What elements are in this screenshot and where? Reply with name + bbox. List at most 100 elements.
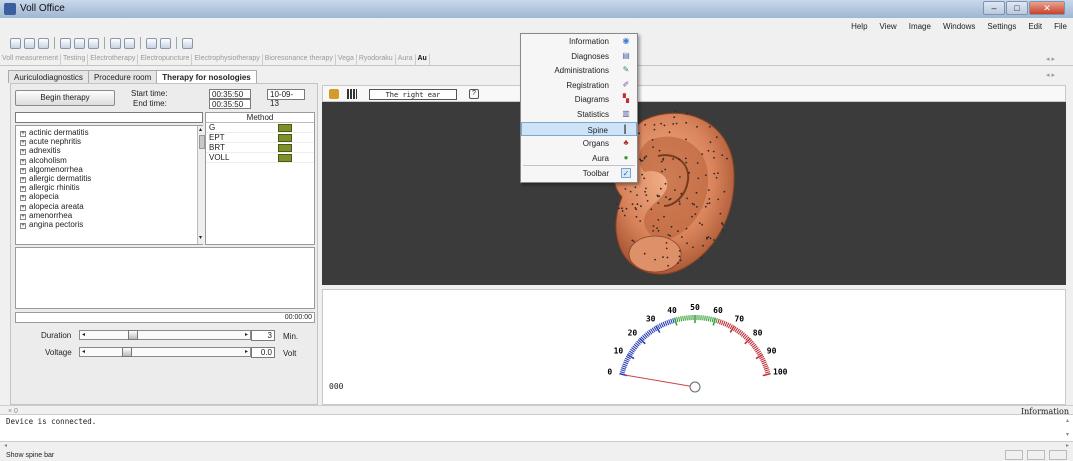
acupoint-dot[interactable] [621,210,624,212]
expand-icon[interactable]: + [20,158,26,165]
acupoint-dot[interactable] [659,187,662,190]
acupoint-dot[interactable] [643,177,646,180]
acupoint-dot[interactable] [723,190,726,193]
acupoint-dot[interactable] [635,208,638,211]
expand-icon[interactable]: + [20,186,26,193]
acupoint-dot[interactable] [713,156,715,159]
list-item[interactable]: + allergic dermatitis [16,174,202,183]
print-icon[interactable] [110,37,121,49]
tab-therapy-for-nosologies[interactable]: Therapy for nosologies [156,70,257,83]
acupoint-dot[interactable] [701,223,703,226]
list-item[interactable]: + angina pectoris [16,220,202,229]
acupoint-dot[interactable] [681,236,683,238]
acupoint-dot[interactable] [726,157,728,160]
acupoint-dot[interactable] [658,149,661,152]
acupoint-dot[interactable] [679,176,681,178]
acupoint-dot[interactable] [663,215,665,218]
acupoint-dot[interactable] [679,259,682,262]
expand-icon[interactable]: + [20,213,26,220]
open-icon[interactable] [24,37,35,49]
acupoint-dot[interactable] [657,202,660,204]
acupoint-dot[interactable] [657,195,659,198]
acupoint-dot[interactable] [670,225,673,228]
acupoint-dot[interactable] [644,190,646,193]
acupoint-dot[interactable] [672,158,674,160]
acupoint-dot[interactable] [694,213,697,216]
acupoint-dot[interactable] [680,192,683,195]
acupoint-dot[interactable] [717,172,719,174]
method-row[interactable]: G [206,123,314,133]
acupoint-dot[interactable] [721,222,724,224]
acupoint-dot[interactable] [644,124,646,126]
list-item[interactable]: + adnexitis [16,146,202,156]
acupoint-dot[interactable] [652,230,654,232]
menu-file[interactable]: File [1054,22,1067,31]
acupoint-dot[interactable] [662,157,665,160]
acupoint-dot[interactable] [639,158,641,161]
acupoint-dot[interactable] [685,138,687,141]
voltage-value[interactable]: 0.0 [251,347,275,358]
slider-left-icon[interactable]: ◂ [82,348,85,355]
acupoint-dot[interactable] [668,198,671,201]
acupoint-dot[interactable] [652,146,654,148]
list-item[interactable]: + acute nephritis [16,137,202,147]
tab-procedure-room[interactable]: Procedure room [87,70,158,83]
acupoint-dot[interactable] [678,158,681,161]
exit-icon[interactable] [182,37,193,49]
subtab-scroll-arrows[interactable]: ◂ ▸ [1046,71,1055,79]
tab-electropuncture[interactable]: Electropuncture [138,54,193,65]
tab-auriculo[interactable]: Au [416,54,430,65]
acupoint-dot[interactable] [643,157,646,160]
search-input[interactable] [15,112,203,123]
expand-icon[interactable]: + [20,167,26,174]
acupoint-dot[interactable] [698,222,701,224]
menu-settings[interactable]: Settings [987,22,1016,31]
menu-item-registration[interactable]: Registration ✐ [521,78,637,93]
acupoint-dot[interactable] [634,186,637,189]
acupoint-dot[interactable] [709,237,712,240]
tab-vega[interactable]: Vega [336,54,357,65]
acupoint-dot[interactable] [645,155,648,158]
acupoint-dot[interactable] [665,247,668,250]
acupoint-dot[interactable] [719,212,722,215]
minimize-button[interactable]: – [983,1,1005,15]
acupoint-dot[interactable] [631,203,634,206]
scroll-up-icon[interactable]: ▴ [199,126,202,133]
menu-item-aura[interactable]: Aura ● [521,151,637,166]
acupoint-dot[interactable] [654,258,656,261]
list-item[interactable]: + alcoholism [16,156,202,165]
acupoint-dot[interactable] [695,206,698,208]
tab-testing[interactable]: Testing [61,54,89,65]
help-icon[interactable]: ? [469,89,479,99]
acupoint-dot[interactable] [621,207,623,210]
acupoint-dot[interactable] [669,234,671,237]
copy-icon[interactable] [74,37,85,49]
menu-item-toolbar[interactable]: Toolbar ✓ [521,166,637,181]
tab-scroll-arrows[interactable]: ◂ ▸ [1046,55,1055,63]
acupoint-dot[interactable] [678,250,681,252]
acupoint-dot[interactable] [652,225,655,227]
settings-icon[interactable] [160,37,171,49]
acupoint-dot[interactable] [618,207,620,210]
acupoint-dot[interactable] [677,262,679,264]
expand-icon[interactable]: + [20,222,26,229]
tab-electrotherapy[interactable]: Electrotherapy [88,54,139,65]
acupoint-dot[interactable] [664,182,667,185]
acupoint-dot[interactable] [650,208,653,211]
duration-value[interactable]: 3 [251,330,275,341]
acupoint-dot[interactable] [639,220,642,222]
close-button[interactable]: ✕ [1029,1,1065,15]
tab-bioresonance-therapy[interactable]: Bioresonance therapy [263,54,336,65]
slider-right-icon[interactable]: ▸ [245,331,248,338]
acupoint-dot[interactable] [643,252,646,255]
acupoint-dot[interactable] [685,161,688,164]
acupoint-dot[interactable] [667,234,670,236]
acupoint-dot[interactable] [674,110,677,112]
paste-icon[interactable] [88,37,99,49]
log-scroll-down-icon[interactable]: ▾ [1066,431,1069,438]
acupoint-dot[interactable] [653,123,656,126]
acupoint-dot[interactable] [722,229,724,232]
acupoint-dot[interactable] [636,203,639,206]
menu-item-diagnoses[interactable]: Diagnoses ▤ [521,49,637,64]
acupoint-dot[interactable] [700,256,703,259]
